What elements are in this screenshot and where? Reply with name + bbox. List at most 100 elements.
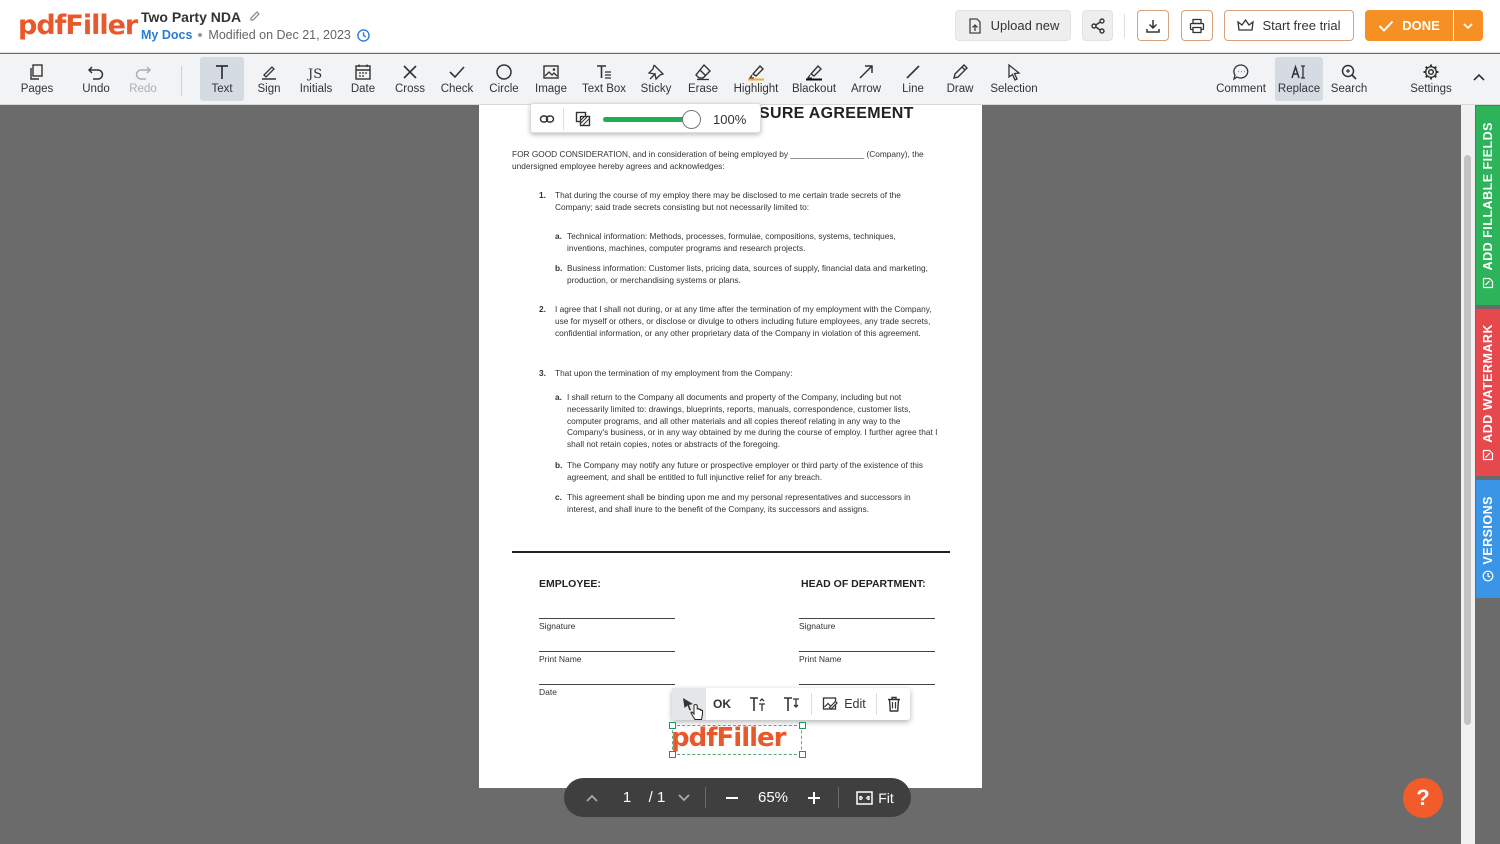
- tool-draw[interactable]: Draw: [938, 57, 982, 101]
- tool-selection[interactable]: Selection: [986, 57, 1042, 101]
- clause-text: That during the course of my employ ther…: [555, 190, 901, 212]
- tool-label: Blackout: [791, 83, 837, 95]
- ok-button[interactable]: OK: [706, 688, 738, 720]
- tool-line[interactable]: Line: [891, 57, 935, 101]
- share-icon: [1090, 17, 1105, 34]
- tool-label: Initials: [299, 83, 333, 95]
- tool-label: Redo: [129, 83, 157, 95]
- delete-button[interactable]: [880, 688, 908, 720]
- print-name-label: Print Name: [799, 654, 842, 664]
- current-page-input[interactable]: 1: [614, 778, 640, 817]
- add-watermark-label: ADD WATERMARK: [1481, 324, 1495, 443]
- tool-redo[interactable]: Redo: [121, 57, 165, 101]
- document-meta: My Docs Modified on Dec 21, 2023: [141, 28, 370, 42]
- share-button[interactable]: [1082, 10, 1113, 41]
- tool-check[interactable]: Check: [435, 57, 479, 101]
- replace-icon: [1291, 64, 1305, 79]
- tool-sticky[interactable]: Sticky: [634, 57, 678, 101]
- tool-label: Circle: [489, 83, 519, 95]
- tool-search[interactable]: Search: [1326, 57, 1372, 101]
- head-print-name-line[interactable]: [799, 651, 935, 652]
- tool-label: Erase: [687, 83, 719, 95]
- decrease-size-button[interactable]: [776, 688, 808, 720]
- element-toolbar-divider: [876, 693, 877, 715]
- resize-handle[interactable]: [799, 751, 806, 758]
- editing-toolbar: Pages Undo Redo Text Sign JS Initials Da…: [0, 54, 1500, 105]
- done-button[interactable]: DONE: [1365, 10, 1453, 41]
- minus-icon: [726, 796, 738, 799]
- clause-text: I agree that I shall not during, or at a…: [555, 304, 932, 338]
- help-button[interactable]: ?: [1403, 778, 1443, 818]
- tool-date[interactable]: Date: [341, 57, 385, 101]
- next-page-button[interactable]: [674, 778, 694, 817]
- tool-blackout[interactable]: Blackout: [788, 57, 840, 101]
- text-icon: [216, 65, 228, 79]
- collapse-toolbar-button[interactable]: [1466, 57, 1492, 101]
- tool-erase[interactable]: Erase: [681, 57, 725, 101]
- resize-handle[interactable]: [669, 722, 676, 729]
- app-logo[interactable]: pdfFiller: [18, 10, 138, 41]
- tool-arrow[interactable]: Arrow: [844, 57, 888, 101]
- head-signature-line[interactable]: [799, 618, 935, 619]
- tool-settings[interactable]: Settings: [1405, 57, 1457, 101]
- zoom-out-button[interactable]: [720, 778, 744, 817]
- clause-text: Technical information: Methods, processe…: [567, 231, 896, 253]
- fillable-fields-icon: [1482, 277, 1494, 288]
- employee-date-line[interactable]: [539, 684, 675, 685]
- tool-text-box[interactable]: Text Box: [578, 57, 630, 101]
- tool-pages[interactable]: Pages: [15, 57, 59, 101]
- link-icon[interactable]: [539, 111, 555, 127]
- tool-cross[interactable]: Cross: [388, 57, 432, 101]
- opacity-icon: [575, 111, 591, 127]
- upload-new-button[interactable]: Upload new: [955, 10, 1071, 41]
- print-button[interactable]: [1181, 10, 1213, 41]
- fit-page-button[interactable]: Fit: [850, 778, 900, 817]
- opacity-slider-handle[interactable]: [682, 110, 701, 129]
- rename-pencil-icon[interactable]: [249, 10, 261, 22]
- increase-size-button[interactable]: [742, 688, 774, 720]
- add-fillable-fields-tab[interactable]: ADD FILLABLE FIELDS: [1476, 106, 1500, 305]
- tool-initials[interactable]: JS Initials: [294, 57, 338, 101]
- pin-icon: [647, 64, 665, 81]
- page-navigation-bar: 1 / 1 65% Fit: [564, 778, 911, 817]
- download-button[interactable]: [1137, 10, 1169, 41]
- tool-undo[interactable]: Undo: [74, 57, 118, 101]
- versions-tab[interactable]: VERSIONS: [1476, 480, 1500, 598]
- tool-text[interactable]: Text: [200, 57, 244, 101]
- plus-icon: [808, 791, 820, 804]
- inserted-logo-image[interactable]: pdfFiller: [669, 722, 806, 758]
- tool-sign[interactable]: Sign: [247, 57, 291, 101]
- tool-label: Sticky: [640, 83, 672, 95]
- check-icon: [449, 66, 465, 79]
- tool-label: Date: [350, 83, 376, 95]
- tool-image[interactable]: Image: [529, 57, 573, 101]
- head-date-line[interactable]: [799, 684, 935, 685]
- employee-print-name-line[interactable]: [539, 651, 675, 652]
- start-free-trial-button[interactable]: Start free trial: [1224, 10, 1354, 41]
- document-title[interactable]: Two Party NDA: [141, 9, 241, 25]
- opacity-slider-track[interactable]: [603, 117, 693, 122]
- my-docs-link[interactable]: My Docs: [141, 28, 192, 42]
- tool-circle[interactable]: Circle: [482, 57, 526, 101]
- document-page[interactable]: SURE AGREEMENT FOR GOOD CONSIDERATION, a…: [479, 105, 982, 788]
- intro-paragraph: FOR GOOD CONSIDERATION, and in considera…: [512, 149, 924, 171]
- tool-comment[interactable]: Comment: [1214, 57, 1268, 101]
- edit-image-button[interactable]: Edit: [816, 688, 872, 720]
- history-clock-icon[interactable]: [357, 28, 370, 42]
- vertical-scrollbar[interactable]: [1461, 105, 1475, 844]
- text-box-icon: [597, 65, 611, 79]
- edit-image-icon: [823, 697, 839, 710]
- done-options-button[interactable]: [1453, 10, 1483, 41]
- clause-number: b.: [555, 460, 563, 470]
- tool-highlight[interactable]: Highlight: [728, 57, 784, 101]
- employee-signature-line[interactable]: [539, 618, 675, 619]
- resize-handle[interactable]: [669, 751, 676, 758]
- zoom-in-button[interactable]: [802, 778, 826, 817]
- tool-replace[interactable]: Replace: [1275, 57, 1323, 101]
- scrollbar-thumb[interactable]: [1464, 155, 1471, 725]
- add-watermark-tab[interactable]: ADD WATERMARK: [1476, 309, 1500, 476]
- zoom-level[interactable]: 65%: [752, 778, 794, 817]
- resize-handle[interactable]: [799, 722, 806, 729]
- chevron-down-icon: [1463, 22, 1473, 29]
- previous-page-button[interactable]: [582, 778, 602, 817]
